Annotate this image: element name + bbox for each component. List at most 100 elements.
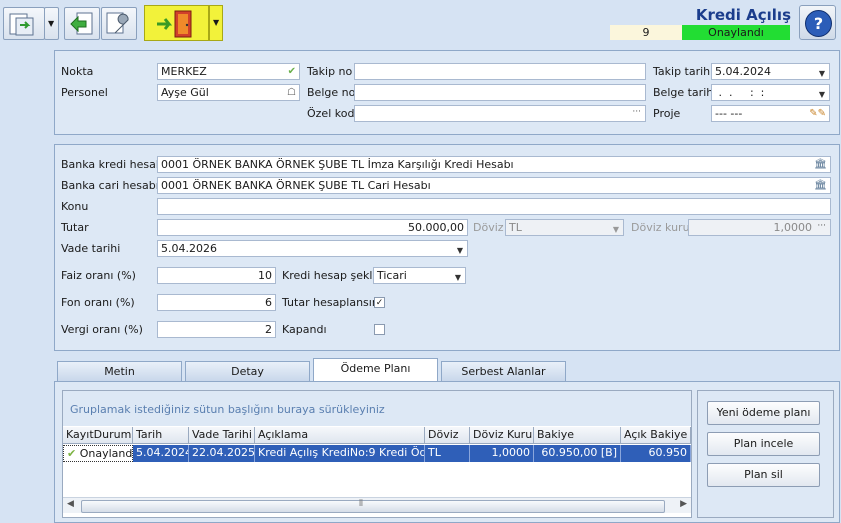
chevron-down-icon: ▼ bbox=[454, 273, 461, 282]
doviz-kuru-label: Döviz kuru bbox=[631, 221, 690, 234]
person-card-icon: ☖ bbox=[287, 87, 296, 98]
takip-tarihi-label: Takip tarihi bbox=[653, 65, 714, 78]
vade-tarihi-label: Vade tarihi bbox=[61, 242, 121, 255]
vergi-field[interactable]: 2 bbox=[157, 321, 276, 338]
import-dropdown-button[interactable]: ▼ bbox=[44, 7, 59, 40]
back-button[interactable] bbox=[64, 7, 100, 40]
banka-kredi-value: 0001 ÖRNEK BANKA ÖRNEK ŞUBE TL İmza Karş… bbox=[161, 158, 514, 171]
banka-kredi-label: Banka kredi hesabı bbox=[61, 158, 166, 171]
proje-field[interactable]: --- --- ✎✎ bbox=[711, 105, 830, 122]
belge-tarihi-value: . . : : bbox=[715, 86, 765, 99]
faiz-field[interactable]: 10 bbox=[157, 267, 276, 284]
personel-field[interactable]: Ayşe Gül ☖ bbox=[157, 84, 300, 101]
import-icon bbox=[9, 13, 34, 36]
proje-label: Proje bbox=[653, 107, 681, 120]
banka-cari-value: 0001 ÖRNEK BANKA ÖRNEK ŞUBE TL Cari Hesa… bbox=[161, 179, 431, 192]
nokta-label: Nokta bbox=[61, 65, 94, 78]
check-icon: ✔ bbox=[67, 447, 77, 460]
ozel-kod-field[interactable]: ··· bbox=[354, 105, 646, 122]
record-number: 9 bbox=[610, 25, 682, 40]
tab-serbest-alanlar[interactable]: Serbest Alanlar bbox=[441, 361, 566, 382]
double-check-icon: ✔ bbox=[287, 66, 296, 77]
fon-label: Fon oranı (%) bbox=[61, 296, 135, 309]
row-aciklama: Kredi Açılış KrediNo:9 Kredi Ödeme bbox=[255, 445, 425, 462]
wrench-icon bbox=[106, 12, 129, 34]
kredi-hesap-sekli-select[interactable]: Ticari ▼ bbox=[373, 267, 466, 284]
chevron-down-icon: ▼ bbox=[48, 19, 55, 28]
back-arrow-icon bbox=[70, 12, 93, 35]
personel-value: Ayşe Gül bbox=[161, 86, 209, 99]
exit-button[interactable] bbox=[144, 5, 209, 41]
tutar-hesaplansin-label: Tutar hesaplansın bbox=[282, 296, 379, 309]
faiz-label: Faiz oranı (%) bbox=[61, 269, 136, 282]
doviz-kuru-value: 1,0000 bbox=[773, 221, 813, 234]
row-bakiye: 60.950,00 [B] bbox=[534, 445, 621, 462]
tutar-hesaplansin-checkbox[interactable]: ✓ bbox=[374, 297, 385, 308]
doviz-select[interactable]: TL ▼ bbox=[505, 219, 624, 236]
column-header[interactable]: Tarih bbox=[133, 427, 189, 444]
column-header[interactable]: Açık Bakiye bbox=[621, 427, 691, 444]
takip-tarihi-field[interactable]: 5.04.2024 ▼ bbox=[711, 63, 830, 80]
column-header[interactable]: Bakiye bbox=[534, 427, 621, 444]
tab-odeme-plani[interactable]: Ödeme Planı bbox=[313, 358, 438, 382]
column-header[interactable]: Döviz Kuru bbox=[470, 427, 534, 444]
horizontal-scrollbar[interactable]: ◀ ⦀ ▶ bbox=[63, 497, 691, 513]
konu-label: Konu bbox=[61, 200, 89, 213]
konu-field[interactable] bbox=[157, 198, 831, 215]
chevron-down-icon: ▼ bbox=[213, 18, 220, 27]
row-doviz: TL bbox=[425, 445, 470, 462]
tab-detay[interactable]: Detay bbox=[185, 361, 310, 382]
scroll-left-icon[interactable]: ◀ bbox=[67, 499, 74, 509]
doviz-value: TL bbox=[509, 221, 522, 234]
column-header[interactable]: Açıklama bbox=[255, 427, 425, 444]
personel-label: Personel bbox=[61, 86, 108, 99]
delete-plan-button[interactable]: Plan sil bbox=[707, 463, 820, 487]
chevron-down-icon: ▼ bbox=[456, 246, 463, 255]
ozel-kod-label: Özel kod bbox=[307, 107, 355, 120]
scroll-right-icon[interactable]: ▶ bbox=[680, 499, 687, 509]
window-title: Kredi Açılış bbox=[695, 6, 791, 24]
row-tarih: 5.04.2024 bbox=[133, 445, 189, 462]
takip-no-label: Takip no bbox=[307, 65, 353, 78]
column-header[interactable]: KayıtDurumu bbox=[63, 427, 133, 444]
belge-tarihi-field[interactable]: . . : : ▼ bbox=[711, 84, 830, 101]
exit-door-icon bbox=[157, 10, 192, 38]
vade-tarihi-field[interactable]: 5.04.2026 ▼ bbox=[157, 240, 468, 257]
banka-cari-field[interactable]: 0001 ÖRNEK BANKA ÖRNEK ŞUBE TL Cari Hesa… bbox=[157, 177, 831, 194]
chevron-down-icon: ▼ bbox=[612, 225, 619, 234]
doviz-kuru-field[interactable]: 1,0000 ··· bbox=[688, 219, 831, 236]
bank-icon: 🏛 bbox=[814, 159, 827, 170]
inspect-plan-button[interactable]: Plan incele bbox=[707, 432, 820, 456]
belge-tarihi-label: Belge tarihi bbox=[653, 86, 717, 99]
kapandi-label: Kapandı bbox=[282, 323, 327, 336]
belge-no-field[interactable] bbox=[354, 84, 646, 101]
scrollbar-thumb[interactable] bbox=[81, 500, 665, 513]
help-icon: ? bbox=[805, 10, 832, 37]
takip-tarihi-value: 5.04.2024 bbox=[715, 65, 771, 78]
banka-cari-label: Banka cari hesabı bbox=[61, 179, 159, 192]
kapandi-checkbox[interactable] bbox=[374, 324, 385, 335]
fon-field[interactable]: 6 bbox=[157, 294, 276, 311]
help-button[interactable]: ? bbox=[799, 5, 836, 40]
column-header[interactable]: Döviz bbox=[425, 427, 470, 444]
new-payment-plan-button[interactable]: Yeni ödeme planı bbox=[707, 401, 820, 425]
exit-dropdown-button[interactable]: ▼ bbox=[209, 5, 223, 41]
takip-no-field[interactable] bbox=[354, 63, 646, 80]
nokta-field[interactable]: MERKEZ ✔ bbox=[157, 63, 300, 80]
status-badge: Onaylandı bbox=[682, 25, 790, 40]
group-hint: Gruplamak istediğiniz sütun başlığını bu… bbox=[70, 403, 385, 416]
tools-button[interactable] bbox=[101, 7, 137, 40]
tab-metin[interactable]: Metin bbox=[57, 361, 182, 382]
tutar-field[interactable]: 50.000,00 bbox=[157, 219, 468, 236]
row-acik-bakiye: 60.950 bbox=[621, 445, 691, 462]
chevron-down-icon: ▼ bbox=[818, 90, 825, 99]
row-status: Onaylandı bbox=[79, 447, 133, 460]
import-button[interactable] bbox=[3, 7, 45, 40]
ellipsis-icon: ··· bbox=[632, 107, 641, 117]
vergi-label: Vergi oranı (%) bbox=[61, 323, 143, 336]
chevron-down-icon: ▼ bbox=[818, 69, 825, 78]
kredi-hesap-sekli-value: Ticari bbox=[377, 269, 407, 282]
banka-kredi-field[interactable]: 0001 ÖRNEK BANKA ÖRNEK ŞUBE TL İmza Karş… bbox=[157, 156, 831, 173]
table-row[interactable]: ✔ Onaylandı 5.04.2024 22.04.2025 Kredi A… bbox=[63, 445, 691, 462]
column-header[interactable]: Vade Tarihi bbox=[189, 427, 255, 444]
